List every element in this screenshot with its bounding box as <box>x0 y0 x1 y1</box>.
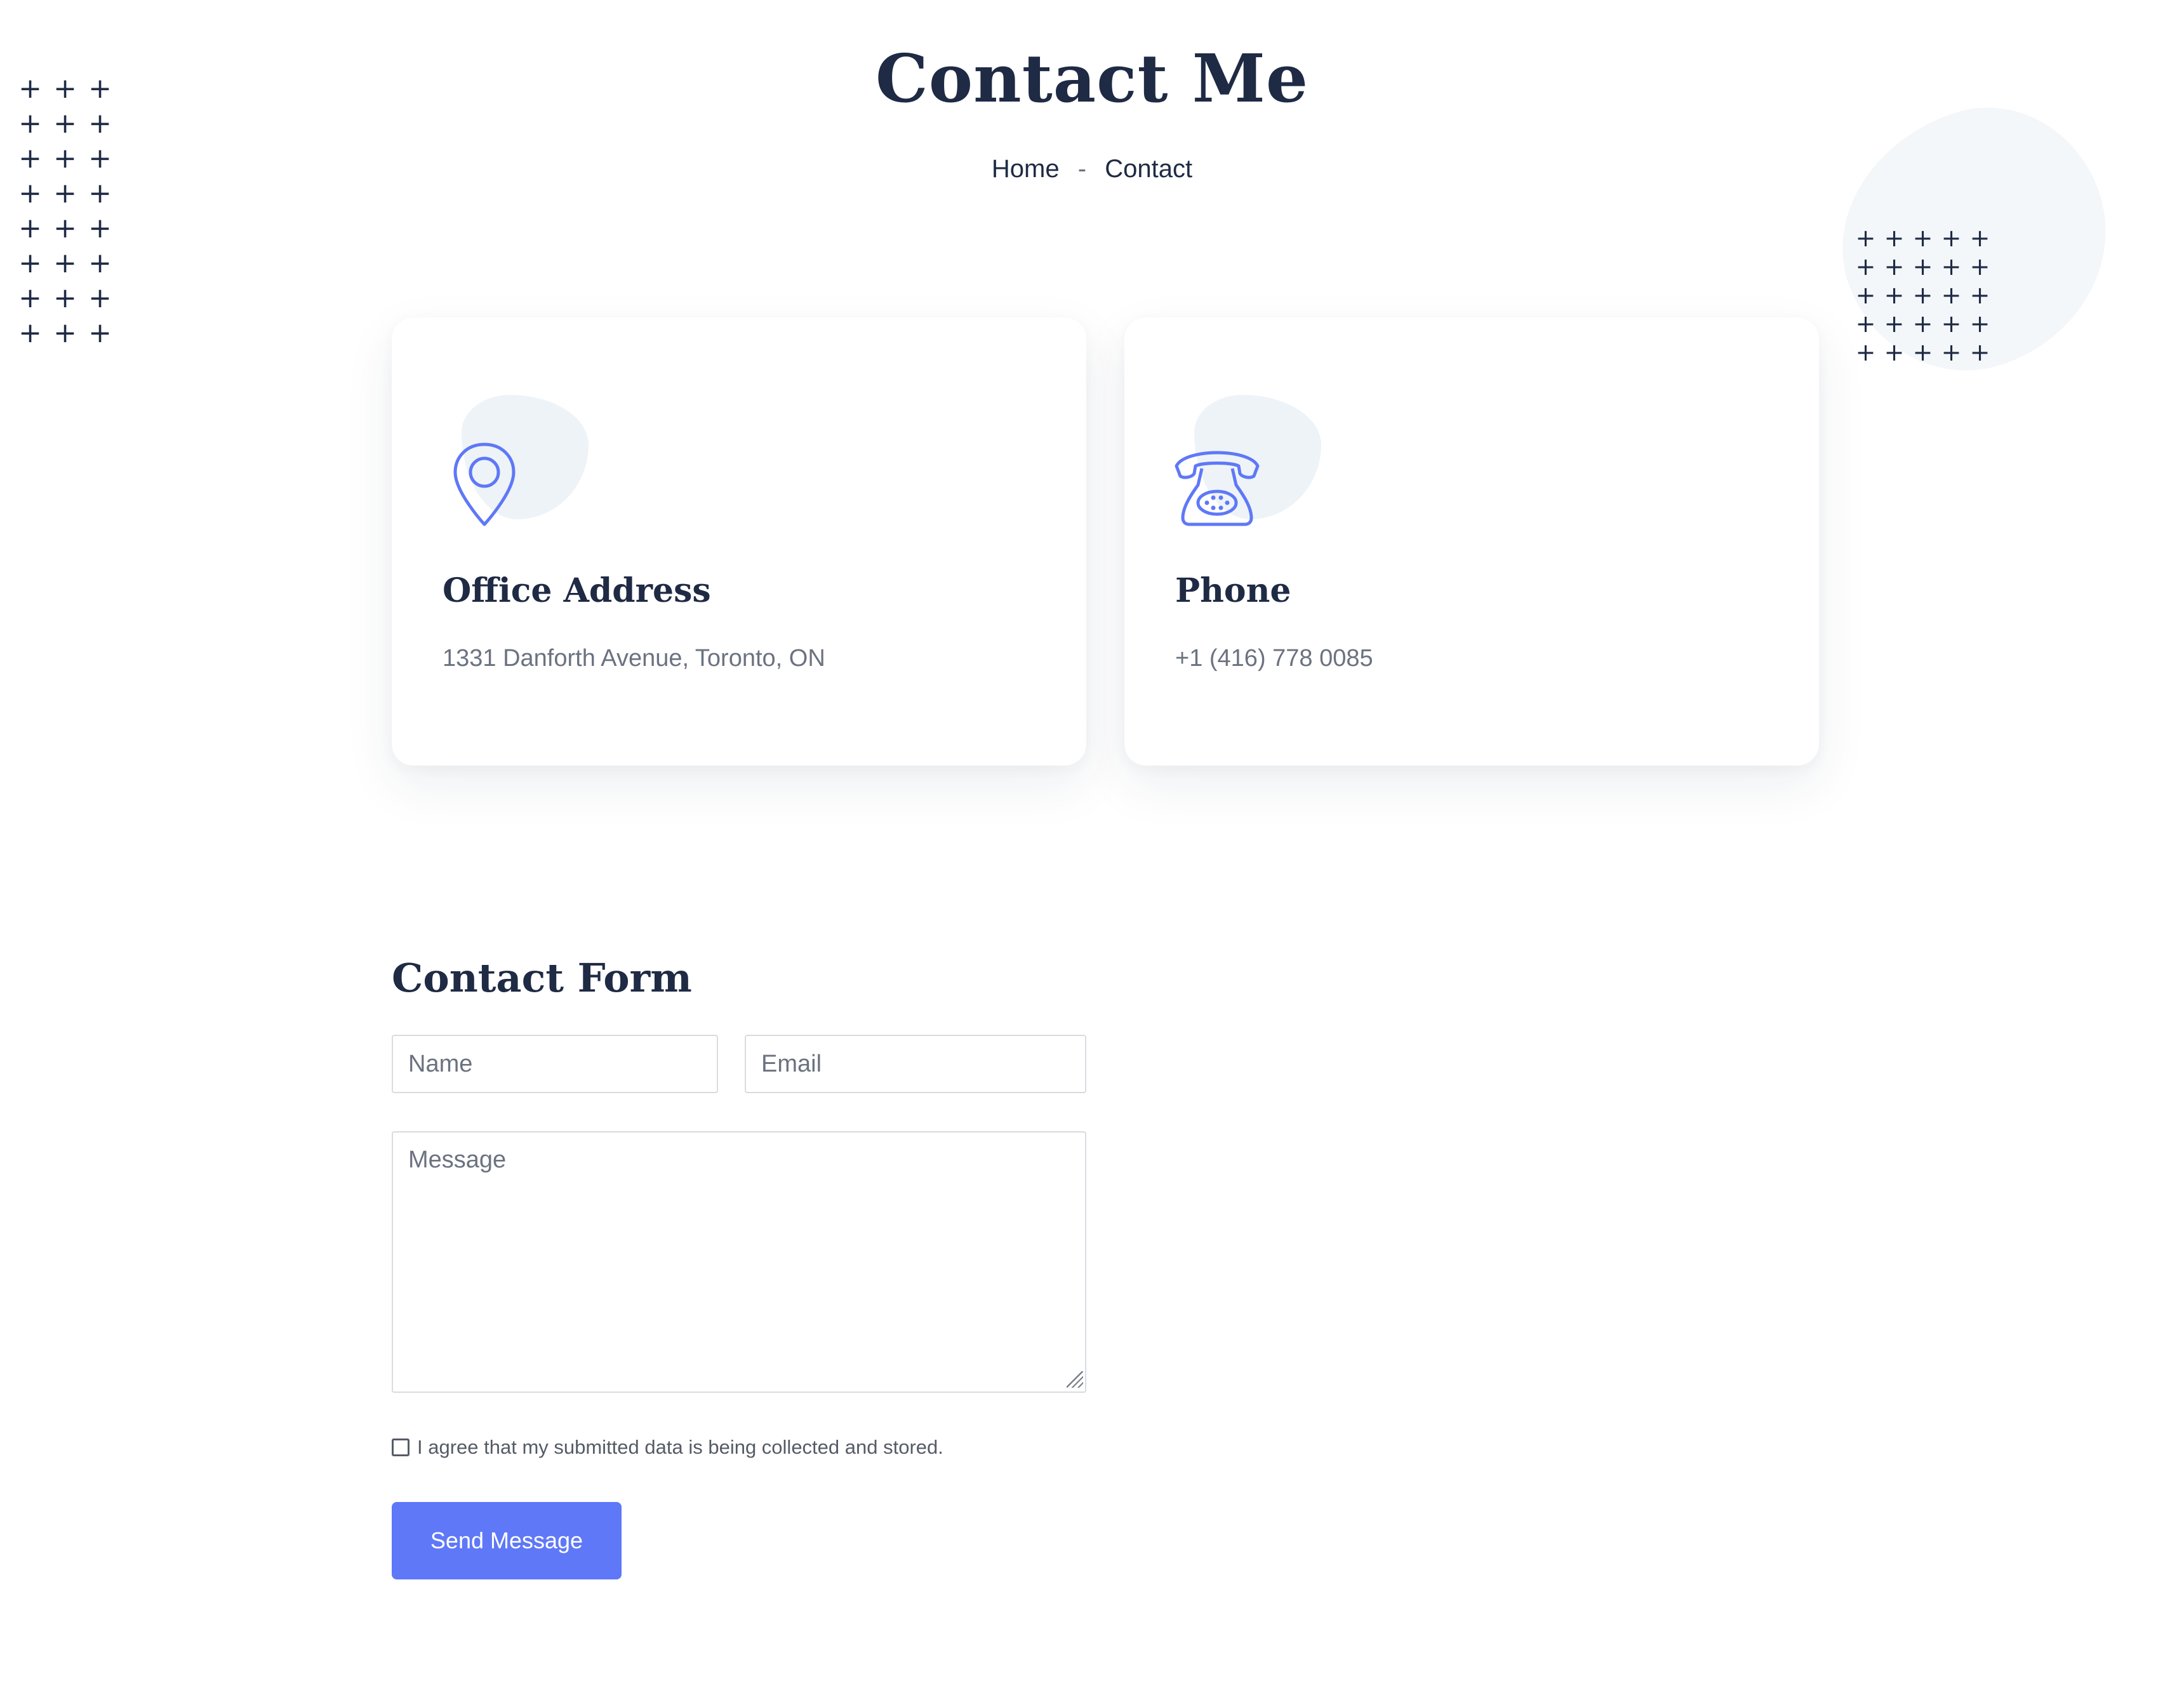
phone-title: Phone <box>1175 571 1291 610</box>
map-pin-icon <box>440 441 529 529</box>
email-input[interactable] <box>745 1035 1086 1093</box>
office-address-text: 1331 Danforth Avenue, Toronto, ON <box>443 645 825 672</box>
decorative-plus-grid-right: + + + + + + + + + + + + + + + + + + + + + + + + + <box>1855 224 1990 366</box>
contact-form-title: Contact Form <box>392 955 692 1001</box>
message-textarea[interactable] <box>392 1131 1086 1393</box>
office-address-title: Office Address <box>443 571 711 610</box>
breadcrumb-home-link[interactable]: Home <box>992 155 1060 183</box>
page-title: Contact Me <box>875 39 1309 117</box>
phone-card: Phone +1 (416) 778 0085 <box>1124 317 1819 766</box>
phone-number-text: +1 (416) 778 0085 <box>1175 645 1373 672</box>
breadcrumb-separator: - <box>1077 155 1087 183</box>
name-input[interactable] <box>392 1035 718 1093</box>
contact-page: + + + + + + + + + + + + + + + + + + + + + + + + + + + + + + +… <box>0 0 2184 1681</box>
send-message-button[interactable]: Send Message <box>392 1502 622 1579</box>
breadcrumb: Home - Contact <box>0 155 2184 183</box>
breadcrumb-current: Contact <box>1105 155 1193 183</box>
consent-label: I agree that my submitted data is being … <box>417 1436 943 1458</box>
consent-checkbox-row[interactable]: I agree that my submitted data is being … <box>392 1436 943 1459</box>
office-address-card: Office Address 1331 Danforth Avenue, Tor… <box>392 317 1086 766</box>
telephone-icon <box>1173 441 1262 529</box>
consent-checkbox[interactable] <box>392 1438 410 1456</box>
textarea-resize-handle[interactable] <box>1067 1371 1083 1388</box>
